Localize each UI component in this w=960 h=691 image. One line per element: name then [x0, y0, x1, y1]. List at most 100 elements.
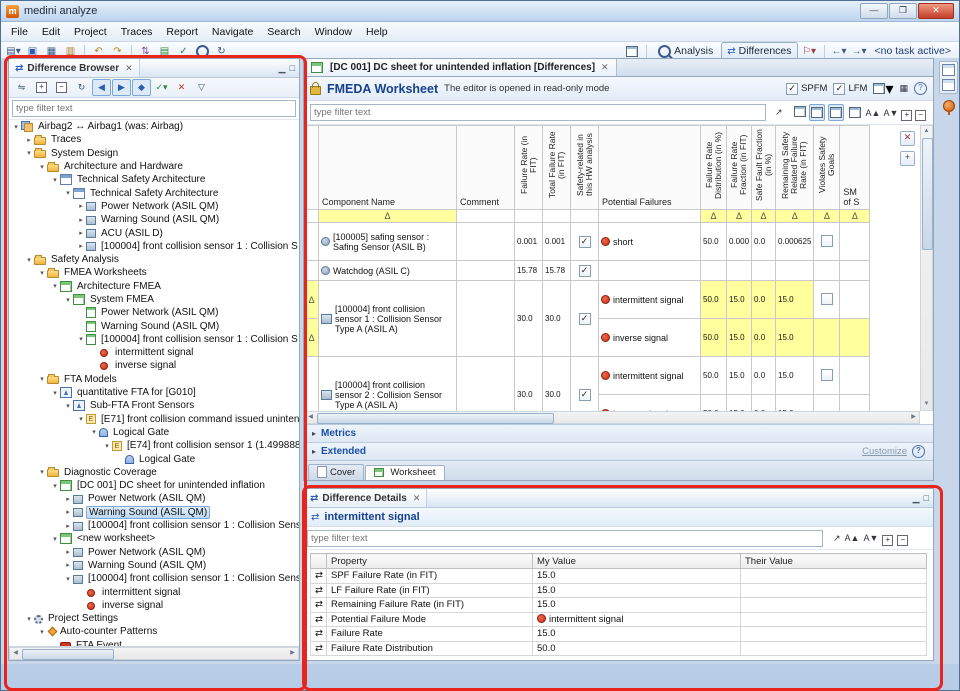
expanded-arrow-icon[interactable]: ▾	[63, 296, 73, 304]
spfm-checkbox-box[interactable]: ✓	[786, 83, 798, 95]
expanded-arrow-icon[interactable]: ▾	[76, 415, 86, 423]
menu-search[interactable]: Search	[260, 24, 307, 40]
tab-worksheet[interactable]: Worksheet	[365, 465, 444, 480]
close-editor-icon[interactable]: ✕	[601, 62, 609, 73]
expanded-arrow-icon[interactable]: ▾	[63, 189, 73, 197]
expanded-arrow-icon[interactable]: ▾	[37, 468, 47, 476]
browser-filter-input[interactable]	[12, 100, 296, 117]
close-icon[interactable]: ✕	[918, 3, 954, 19]
view-menu-icon[interactable]: ▽	[192, 79, 211, 96]
expanded-arrow-icon[interactable]: ▾	[63, 575, 73, 583]
worksheet-row[interactable]: [100004] front collision sensor 2 : Coll…	[305, 357, 870, 395]
browser-hscrollbar[interactable]: ◀ ▶	[9, 646, 299, 660]
row-height-icon[interactable]	[847, 104, 863, 121]
tree-item[interactable]: ▾Technical Safety Architecture	[9, 173, 299, 186]
tree-item[interactable]: inverse signal	[9, 599, 299, 612]
details-filter-input[interactable]	[307, 530, 823, 547]
col-component[interactable]: Component Name	[319, 126, 457, 210]
expanded-arrow-icon[interactable]: ▾	[11, 123, 21, 131]
col-failures[interactable]: Potential Failures	[599, 126, 701, 210]
tree-item[interactable]: ▾[E74] front collision sensor 1 (1.49988…	[9, 439, 299, 452]
tree-item[interactable]: ▾FTA Models	[9, 373, 299, 386]
expanded-arrow-icon[interactable]: ▾	[24, 149, 34, 157]
lfm-checkbox[interactable]: ✓ LFM	[833, 83, 867, 95]
expanded-arrow-icon[interactable]: ▾	[102, 442, 112, 450]
expanded-arrow-icon[interactable]: ▾	[50, 282, 60, 290]
key-icon[interactable]	[943, 100, 955, 112]
checkbox[interactable]	[821, 293, 833, 305]
property-column-header[interactable]: Property	[327, 554, 533, 569]
menu-report[interactable]: Report	[159, 24, 205, 40]
col-viol[interactable]: Violates Safety Goals	[814, 126, 840, 210]
refresh-icon[interactable]: ↻	[72, 79, 91, 96]
worksheet-row[interactable]: Watchdog (ASIL C)15.7815.78✓	[305, 261, 870, 281]
tree-item[interactable]: ▾Airbag2 ↔ Airbag1 (was: Airbag)	[9, 120, 299, 133]
tree-item[interactable]: FTA Event	[9, 639, 299, 646]
save-icon[interactable]: ▣	[24, 44, 41, 59]
tree-item[interactable]: ▸[100004] front collision sensor 1 : Col…	[9, 519, 299, 532]
col-sff[interactable]: Safe Fault Fraction (in %)	[752, 126, 776, 210]
open-view-icon[interactable]	[942, 79, 955, 91]
collapsed-arrow-icon[interactable]: ▸	[24, 136, 34, 144]
tree-item[interactable]: ▸Power Network (ASIL QM)	[9, 546, 299, 559]
menu-navigate[interactable]: Navigate	[205, 24, 260, 40]
lfm-checkbox-box[interactable]: ✓	[833, 83, 845, 95]
details-font-decrease-icon[interactable]: A▼	[863, 533, 878, 543]
tree-item[interactable]: ▾Technical Safety Architecture	[9, 186, 299, 199]
restore-icon[interactable]: +	[900, 151, 915, 166]
accept-change-icon[interactable]: ✓▾	[152, 79, 171, 96]
help-icon[interactable]: ?	[914, 82, 927, 95]
tree-item[interactable]: ▾System Design	[9, 147, 299, 160]
link-with-editor-icon[interactable]: ⇋	[12, 79, 31, 96]
tree-item[interactable]: ▾<new worksheet>	[9, 532, 299, 545]
tree-item[interactable]: ▸ACU (ASIL D)	[9, 226, 299, 239]
tree-item[interactable]: ▾Diagnostic Coverage	[9, 466, 299, 479]
tree-item[interactable]: ▾[100004] front collision sensor 1 : Col…	[9, 333, 299, 346]
property-row[interactable]: ⇄Failure Rate Distribution50.0	[311, 641, 927, 656]
expanded-arrow-icon[interactable]: ▾	[50, 389, 60, 397]
export-icon[interactable]: ▥	[62, 44, 79, 59]
check-model-icon[interactable]: ✓	[175, 44, 192, 59]
checkbox[interactable]: ✓	[579, 236, 591, 248]
collapse-all-icon[interactable]: −	[52, 79, 71, 96]
customize-link[interactable]: Customize	[862, 446, 907, 457]
extended-help-icon[interactable]: ?	[912, 445, 925, 458]
checkbox[interactable]: ✓	[579, 389, 591, 401]
expand-rows-icon[interactable]: +	[901, 104, 912, 122]
editor-tab[interactable]: [DC 001] DC sheet for unintended inflati…	[304, 59, 617, 76]
font-decrease-icon[interactable]: A▼	[883, 108, 898, 118]
expanded-arrow-icon[interactable]: ▾	[76, 335, 86, 343]
details-export-icon[interactable]: ↗	[833, 533, 841, 544]
col-rem[interactable]: Remaining Safety Related Failure Rate (i…	[776, 126, 814, 210]
collapsed-arrow-icon[interactable]: ▸	[63, 495, 73, 503]
redo-icon[interactable]: ↷	[109, 44, 126, 59]
report-icon[interactable]: ▤	[156, 44, 173, 59]
tree-item[interactable]: Power Network (ASIL QM)	[9, 306, 299, 319]
collapsed-arrow-icon[interactable]: ▸	[76, 229, 86, 237]
expand-all-icon[interactable]: +	[32, 79, 51, 96]
menu-traces[interactable]: Traces	[114, 24, 160, 40]
checkbox[interactable]	[821, 235, 833, 247]
tree-item[interactable]: ▾[100004] front collision sensor 1 : Col…	[9, 572, 299, 585]
tree-item[interactable]: ▾Logical Gate	[9, 426, 299, 439]
col-tfr[interactable]: Total Failure Rate (in FIT)	[543, 126, 571, 210]
tree-item[interactable]: ▸Traces	[9, 133, 299, 146]
col-fr[interactable]: Failure Rate (in FIT)	[515, 126, 543, 210]
tree-item[interactable]: ▾[DC 001] DC sheet for unintended inflat…	[9, 479, 299, 492]
tree-item[interactable]: ▾FMEA Worksheets	[9, 266, 299, 279]
tree-item[interactable]: ▾quantitative FTA for [G010]	[9, 386, 299, 399]
expanded-arrow-icon[interactable]: ▾	[50, 176, 60, 184]
dismiss-icon[interactable]: ✕	[900, 131, 915, 146]
expanded-arrow-icon[interactable]: ▾	[37, 375, 47, 383]
property-row[interactable]: ⇄Potential Failure Modeintermittent sign…	[311, 612, 927, 627]
col-safety[interactable]: Safety-related in this HW analysis	[571, 126, 599, 210]
collapse-rows-icon[interactable]: −	[915, 104, 926, 122]
tree-item[interactable]: intermittent signal	[9, 346, 299, 359]
extended-section[interactable]: ▸ Extended Customize ?	[304, 442, 933, 460]
tree-item[interactable]: inverse signal	[9, 359, 299, 372]
expanded-arrow-icon[interactable]: ▾	[89, 428, 99, 436]
expanded-arrow-icon[interactable]: ▾	[37, 269, 47, 277]
tree-item[interactable]: ▾Safety Analysis	[9, 253, 299, 266]
my-value-column-header[interactable]: My Value	[533, 554, 741, 569]
new-icon[interactable]: ▤▾	[5, 44, 22, 59]
